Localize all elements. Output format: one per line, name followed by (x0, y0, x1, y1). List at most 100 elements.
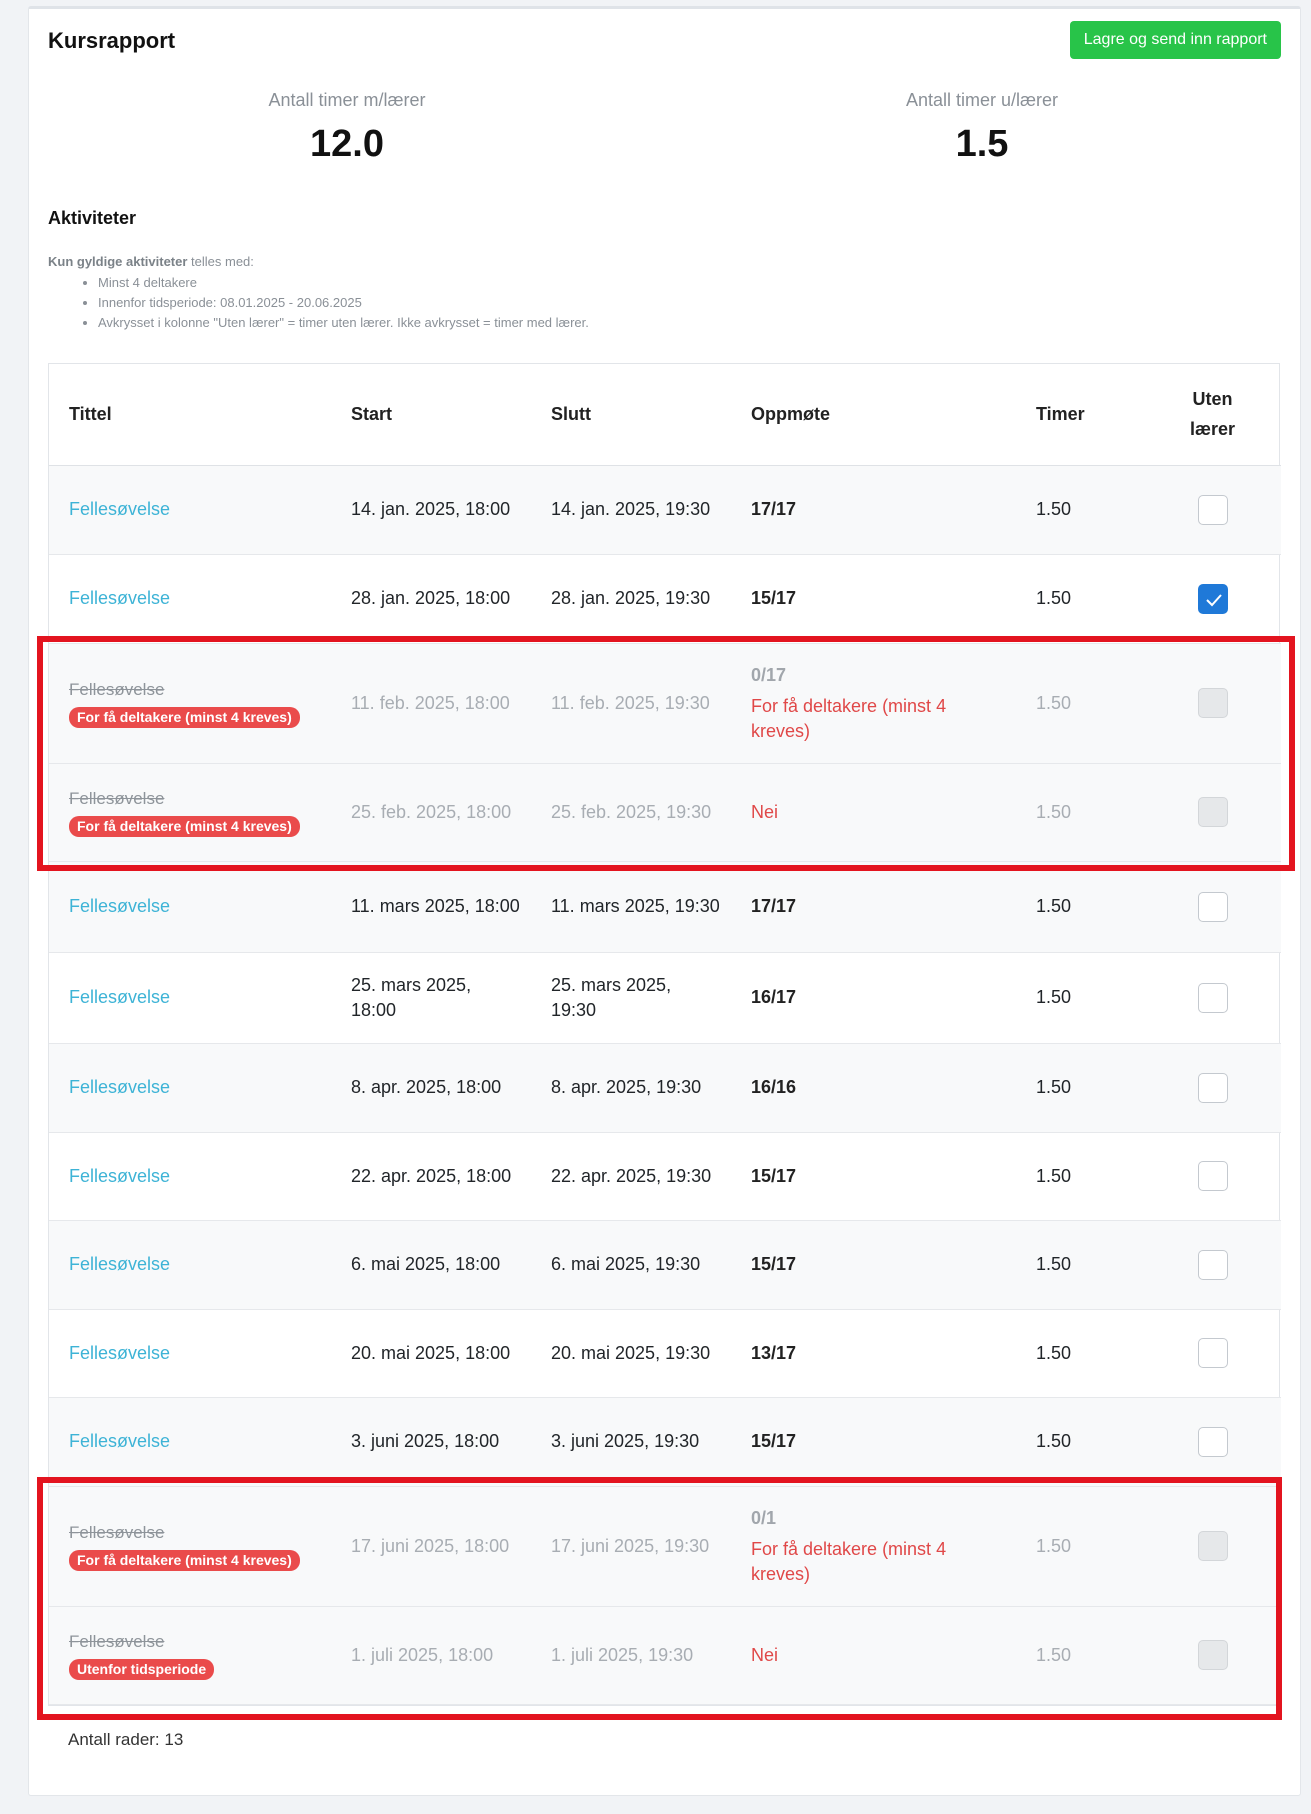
col-end[interactable]: Slutt (531, 364, 731, 466)
end-cell: 8. apr. 2025, 19:30 (531, 1043, 731, 1133)
start-cell: 3. juni 2025, 18:00 (331, 1397, 531, 1487)
rule-item: Avkrysset i kolonne "Uten lærer" = timer… (98, 315, 589, 330)
activity-title-link[interactable]: Fellesøvelse (69, 1166, 170, 1186)
table-row-invalid: Fellesøvelse For få deltakere (minst 4 kr… (49, 763, 1281, 862)
attendance-error: Nei (751, 801, 779, 822)
attendance-value: 16/16 (751, 1077, 797, 1097)
no-teacher-checkbox-disabled (1197, 1640, 1228, 1670)
end-cell: 3. juni 2025, 19:30 (531, 1397, 731, 1487)
save-and-submit-button[interactable]: Lagre og send inn rapport (1069, 21, 1281, 59)
attendance-value: 0/1 (751, 1507, 777, 1528)
start-cell: 20. mai 2025, 18:00 (331, 1309, 531, 1398)
start-cell: 14. jan. 2025, 18:00 (331, 465, 531, 555)
end-cell: 25. feb. 2025, 19:30 (531, 763, 731, 862)
activities-heading: Aktiviteter (48, 208, 137, 228)
col-title[interactable]: Tittel (49, 364, 331, 466)
hours-cell: 1.50 (1016, 1397, 1144, 1487)
hours-cell: 1.50 (1016, 1043, 1144, 1133)
table-row: Fellesøvelse 20. mai 2025, 18:00 20. mai… (49, 1309, 1281, 1398)
start-cell: 25. mars 2025, 18:00 (331, 952, 531, 1044)
col-no-teacher[interactable]: Uten lærer (1144, 364, 1281, 466)
no-teacher-checkbox[interactable] (1197, 583, 1228, 614)
page-title: Kursrapport (48, 28, 176, 53)
col-no-teacher-line1: Uten (1192, 389, 1233, 410)
start-cell: 25. feb. 2025, 18:00 (331, 763, 531, 862)
hours-cell: 1.50 (1016, 643, 1144, 764)
invalid-badge: For få deltakere (minst 4 kreves) (69, 1550, 300, 1571)
attendance-value: 17/17 (751, 896, 797, 916)
table-row-invalid: Fellesøvelse Utenfor tidsperiode 1. juli … (49, 1606, 1281, 1705)
activity-title-link[interactable]: Fellesøvelse (69, 588, 170, 608)
attendance-value: 13/17 (751, 1342, 797, 1363)
start-cell: 1. juli 2025, 18:00 (331, 1606, 531, 1705)
start-cell: 17. juni 2025, 18:00 (331, 1486, 531, 1607)
no-teacher-checkbox[interactable] (1197, 1072, 1228, 1103)
no-teacher-checkbox[interactable] (1197, 982, 1228, 1013)
attendance-error: For få deltakere (minst 4 kreves) (751, 1538, 947, 1584)
start-cell: 11. mars 2025, 18:00 (331, 861, 531, 953)
stat-value: 12.0 (310, 123, 384, 165)
table-row-invalid: Fellesøvelse For få deltakere (minst 4 kr… (49, 1486, 1281, 1607)
table-row: Fellesøvelse 22. apr. 2025, 18:00 22. ap… (49, 1132, 1281, 1221)
table-row: Fellesøvelse 11. mars 2025, 18:00 11. ma… (49, 861, 1281, 953)
table-row: Fellesøvelse 8. apr. 2025, 18:00 8. apr.… (49, 1043, 1281, 1133)
rules-list: Minst 4 deltakere Innenfor tidsperiode: … (48, 275, 589, 330)
hours-cell: 1.50 (1016, 1309, 1144, 1398)
activity-title-link[interactable]: Fellesøvelse (69, 499, 170, 519)
hours-cell: 1.50 (1016, 763, 1144, 862)
hours-cell: 1.50 (1016, 1132, 1144, 1221)
end-cell: 11. feb. 2025, 19:30 (531, 643, 731, 764)
invalid-badge: Utenfor tidsperiode (69, 1659, 215, 1680)
activity-title-link[interactable]: Fellesøvelse (69, 1077, 170, 1097)
no-teacher-checkbox[interactable] (1197, 1338, 1228, 1368)
no-teacher-checkbox[interactable] (1197, 891, 1228, 922)
activity-title-link[interactable]: Fellesøvelse (69, 1343, 170, 1363)
activity-title-link[interactable]: Fellesøvelse (69, 1254, 170, 1274)
invalid-badge: For få deltakere (minst 4 kreves) (69, 707, 300, 728)
rule-item: Minst 4 deltakere (98, 275, 589, 290)
end-cell: 17. juni 2025, 19:30 (531, 1486, 731, 1607)
no-teacher-checkbox[interactable] (1197, 494, 1228, 525)
table-row: Fellesøvelse 28. jan. 2025, 18:00 28. ja… (49, 554, 1281, 644)
attendance-error: Nei (751, 1644, 779, 1665)
activities-table: Tittel Start Slutt Oppmøte Timer Uten lær… (48, 363, 1281, 1706)
activity-title-invalid: Fellesøvelse (69, 680, 165, 699)
activity-title-link[interactable]: Fellesøvelse (69, 896, 170, 916)
no-teacher-checkbox[interactable] (1197, 1249, 1228, 1280)
hours-cell: 1.50 (1016, 1606, 1144, 1705)
table-row: Fellesøvelse 6. mai 2025, 18:00 6. mai 2… (49, 1220, 1281, 1310)
rules-rest: telles med: (187, 254, 254, 269)
col-attendance[interactable]: Oppmøte (731, 364, 1016, 466)
attendance-value: 17/17 (751, 499, 797, 519)
end-cell: 11. mars 2025, 19:30 (531, 861, 731, 953)
stat-hours-with-teacher: Antall timer m/lærer 12.0 (197, 90, 497, 166)
hours-cell: 1.50 (1016, 1220, 1144, 1310)
hours-cell: 1.50 (1016, 554, 1144, 644)
table-row: Fellesøvelse 14. jan. 2025, 18:00 14. ja… (49, 465, 1281, 555)
col-start[interactable]: Start (331, 364, 531, 466)
table-row: Fellesøvelse 3. juni 2025, 18:00 3. juni… (49, 1397, 1281, 1487)
no-teacher-checkbox-disabled (1197, 1531, 1228, 1561)
checkmark-icon (1205, 593, 1222, 606)
no-teacher-checkbox[interactable] (1197, 1426, 1228, 1457)
row-count: Antall rader: 13 (68, 1730, 184, 1749)
activity-title-link[interactable]: Fellesøvelse (69, 987, 170, 1007)
end-cell: 28. jan. 2025, 19:30 (531, 554, 731, 644)
start-cell: 8. apr. 2025, 18:00 (331, 1043, 531, 1133)
end-cell: 6. mai 2025, 19:30 (531, 1220, 731, 1310)
attendance-value: 15/17 (751, 588, 797, 608)
activity-title-link[interactable]: Fellesøvelse (69, 1431, 170, 1451)
no-teacher-checkbox[interactable] (1197, 1161, 1228, 1191)
activity-title-invalid: Fellesøvelse (69, 1632, 165, 1651)
stat-label: Antall timer m/lærer (268, 90, 426, 110)
start-cell: 6. mai 2025, 18:00 (331, 1220, 531, 1310)
start-cell: 28. jan. 2025, 18:00 (331, 554, 531, 644)
rules-bold: Kun gyldige aktiviteter (48, 254, 188, 269)
invalid-badge: For få deltakere (minst 4 kreves) (69, 816, 300, 837)
col-hours[interactable]: Timer (1016, 364, 1144, 466)
attendance-value: 15/17 (751, 1165, 797, 1186)
col-no-teacher-line2: lærer (1189, 419, 1236, 440)
hours-cell: 1.50 (1016, 861, 1144, 953)
no-teacher-checkbox-disabled (1197, 688, 1228, 718)
attendance-value: 16/17 (751, 987, 797, 1007)
